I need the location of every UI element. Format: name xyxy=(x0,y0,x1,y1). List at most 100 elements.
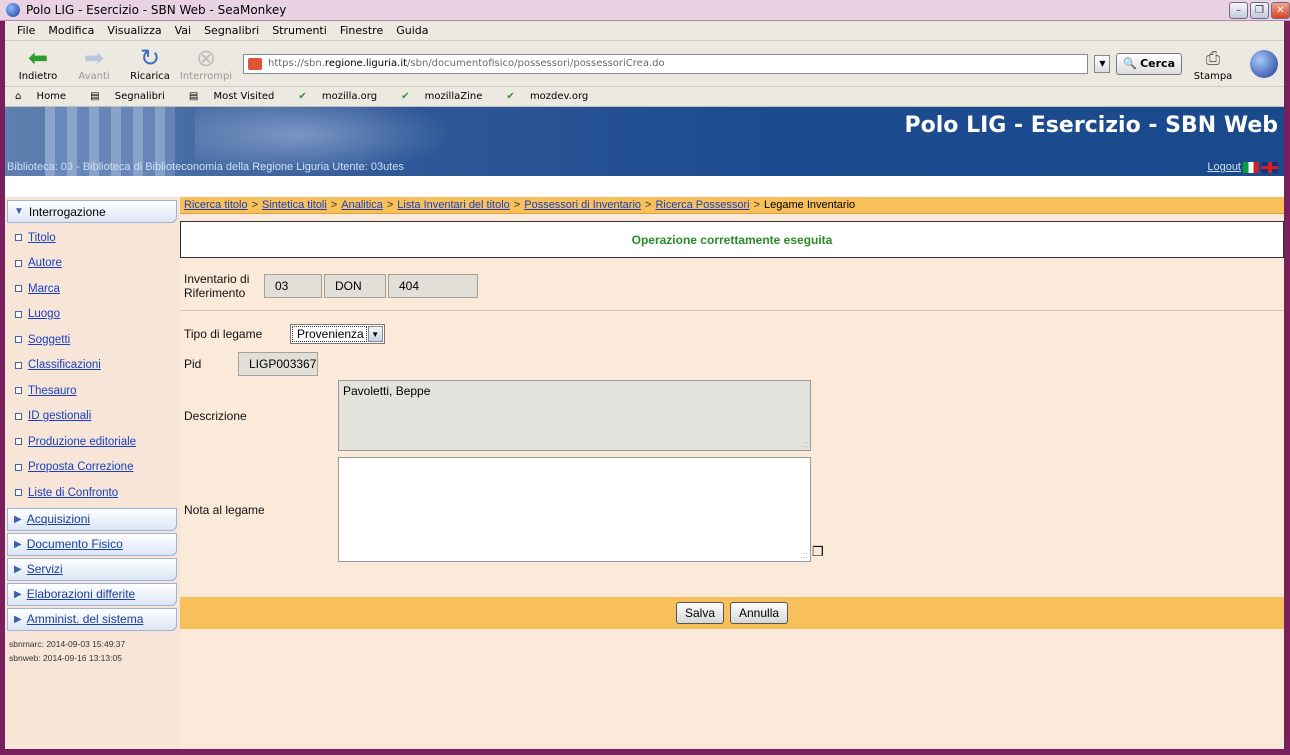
folder-icon: ▤ xyxy=(188,91,199,102)
window-title: Polo LIG - Esercizio - SBN Web - SeaMonk… xyxy=(26,3,287,17)
forward-label: Avanti xyxy=(78,71,110,82)
back-arrow-icon: ⬅ xyxy=(27,44,49,72)
crumb-possessori-inventario[interactable]: Possessori di Inventario xyxy=(524,199,641,211)
print-button[interactable]: ⎙ Stampa xyxy=(1190,45,1236,83)
title-bar: Polo LIG - Esercizio - SBN Web - SeaMonk… xyxy=(0,0,1290,21)
save-button[interactable]: Salva xyxy=(675,602,724,624)
navigation-toolbar: ⬅ Indietro ➡ Avanti ↻ Ricarica ⊗ Interro… xyxy=(5,41,1284,87)
menu-guida[interactable]: Guida xyxy=(396,24,428,37)
search-icon: 🔍 xyxy=(1123,57,1138,70)
bookmark-icon: ✔ xyxy=(298,91,307,102)
sidebar-item-proposta-correzione[interactable]: Proposta Correzione xyxy=(5,455,180,481)
descrizione-textarea[interactable]: Pavoletti, Beppe .:: xyxy=(338,380,811,451)
pid-row: Pid LIGP003367 xyxy=(184,352,318,376)
site-banner: Polo LIG - Esercizio - SBN Web Bibliotec… xyxy=(5,107,1284,176)
chevron-down-icon[interactable]: ▼ xyxy=(367,326,383,342)
button-bar: Salva Annulla xyxy=(180,597,1284,629)
bookmark-icon: ✔ xyxy=(401,91,410,102)
library-user-info: Biblioteca: 03 - Biblioteca di Bibliotec… xyxy=(7,161,404,173)
sbnweb-timestamp: sbnweb: 2014-09-16 13:13:05 xyxy=(9,652,122,663)
menu-vai[interactable]: Vai xyxy=(175,24,191,37)
logout-link[interactable]: Logout xyxy=(1207,161,1241,173)
bookmark-segnalibri[interactable]: ▤ Segnalibri xyxy=(90,91,177,102)
stop-button[interactable]: ⊗ Interrompi xyxy=(180,44,232,82)
sidebar-item-autore[interactable]: Autore xyxy=(5,251,180,277)
forward-button[interactable]: ➡ Avanti xyxy=(71,44,117,82)
seamonkey-throbber-icon xyxy=(1250,49,1278,78)
resize-grip-icon[interactable]: .:: xyxy=(800,550,808,560)
italian-flag-icon[interactable] xyxy=(1243,161,1259,173)
sidebar-section-documento-fisico[interactable]: ▶ Documento Fisico xyxy=(7,532,177,556)
sidebar-section-amminist-sistema[interactable]: ▶ Amminist. del sistema xyxy=(7,607,177,631)
url-path: /sbn/documentofisico/possessori/possesso… xyxy=(407,58,665,69)
forward-arrow-icon: ➡ xyxy=(83,44,105,72)
sidebar-item-luogo[interactable]: Luogo xyxy=(5,302,180,328)
sidebar-item-soggetti[interactable]: Soggetti xyxy=(5,327,180,353)
bullet-icon xyxy=(15,361,22,369)
menu-finestre[interactable]: Finestre xyxy=(340,24,383,37)
menu-modifica[interactable]: Modifica xyxy=(48,24,94,37)
sidebar-section-elaborazioni-differite[interactable]: ▶ Elaborazioni differite xyxy=(7,582,177,606)
uk-flag-icon[interactable] xyxy=(1262,161,1278,173)
menu-file[interactable]: File xyxy=(17,24,35,37)
sidebar-item-thesauro[interactable]: Thesauro xyxy=(5,378,180,404)
reload-icon: ↻ xyxy=(139,44,161,72)
sidebar-section-interrogazione[interactable]: ▼ Interrogazione xyxy=(7,200,177,223)
crumb-ricerca-possessori[interactable]: Ricerca Possessori xyxy=(655,199,749,211)
menu-segnalibri[interactable]: Segnalibri xyxy=(204,24,259,37)
url-dropdown-button[interactable]: ▼ xyxy=(1094,54,1111,73)
crumb-analitica[interactable]: Analitica xyxy=(341,199,383,211)
tipo-legame-select[interactable]: Provenienza ▼ xyxy=(290,324,385,344)
sidebar-item-classificazioni[interactable]: Classificazioni xyxy=(5,353,180,379)
collapsed-arrow-icon: ▶ xyxy=(14,613,22,625)
sidebar-item-marca[interactable]: Marca xyxy=(5,276,180,302)
crumb-sintetica-titoli[interactable]: Sintetica titoli xyxy=(262,199,327,211)
collapsed-arrow-icon: ▶ xyxy=(14,563,22,575)
inventario-label: Inventario di Riferimento xyxy=(184,272,250,300)
reload-button[interactable]: ↻ Ricarica xyxy=(127,44,173,82)
bullet-icon xyxy=(15,234,22,242)
bookmark-mozilla[interactable]: ✔ mozilla.org xyxy=(298,91,389,102)
sidebar-section-acquisizioni[interactable]: ▶ Acquisizioni xyxy=(7,507,177,531)
bookmark-most-visited[interactable]: ▤ Most Visited xyxy=(189,91,287,102)
maximize-button[interactable]: ❐ xyxy=(1250,1,1269,19)
bullet-icon xyxy=(15,412,22,420)
crumb-lista-inventari[interactable]: Lista Inventari del titolo xyxy=(397,199,510,211)
nota-legame-label: Nota al legame xyxy=(184,503,265,517)
back-button[interactable]: ⬅ Indietro xyxy=(15,44,61,82)
close-button[interactable]: ✕ xyxy=(1271,1,1290,19)
crumb-current: Legame Inventario xyxy=(764,199,856,211)
minimize-button[interactable]: – xyxy=(1229,1,1248,19)
bullet-icon xyxy=(15,387,22,395)
bookmark-mozdev[interactable]: ✔ mozdev.org xyxy=(506,91,600,102)
bookmark-mozillazine[interactable]: ✔ mozillaZine xyxy=(401,91,494,102)
reload-label: Ricarica xyxy=(130,71,170,82)
sidebar-item-id-gestionali[interactable]: ID gestionali xyxy=(5,404,180,430)
copy-icon[interactable]: ❐ xyxy=(812,544,824,560)
seamonkey-icon xyxy=(6,3,20,17)
inventario-numero-field: 404 xyxy=(388,274,478,298)
bookmark-home[interactable]: ⌂ Home xyxy=(15,91,78,102)
inventario-serie-field: DON xyxy=(324,274,386,298)
nota-legame-textarea[interactable]: .:: xyxy=(338,457,811,562)
sbnmarc-timestamp: sbnmarc: 2014-09-03 15:49:37 xyxy=(9,638,126,649)
cancel-button[interactable]: Annulla xyxy=(730,602,789,624)
printer-icon: ⎙ xyxy=(1205,47,1221,69)
inventario-biblioteca-field: 03 xyxy=(264,274,322,298)
resize-grip-icon[interactable]: .:: xyxy=(800,439,808,449)
breadcrumb: Ricerca titolo > Sintetica titoli > Analit… xyxy=(180,197,1284,214)
sidebar-item-liste-di-confronto[interactable]: Liste di Confronto xyxy=(5,480,180,506)
sidebar-item-titolo[interactable]: Titolo xyxy=(5,225,180,251)
url-prefix: https://sbn. xyxy=(268,58,325,69)
url-bar[interactable]: https://sbn. regione.liguria.it/sbn/docum… xyxy=(243,53,1089,74)
stop-icon: ⊗ xyxy=(195,44,217,72)
menu-strumenti[interactable]: Strumenti xyxy=(272,24,327,37)
sidebar-item-produzione-editoriale[interactable]: Produzione editoriale xyxy=(5,429,180,455)
sidebar-section-servizi[interactable]: ▶ Servizi xyxy=(7,557,177,581)
site-icon xyxy=(248,57,262,70)
menu-visualizza[interactable]: Visualizza xyxy=(107,24,161,37)
search-button[interactable]: 🔍 Cerca xyxy=(1116,52,1182,75)
inventario-row: Inventario di Riferimento 03 DON 404 xyxy=(184,272,478,300)
crumb-ricerca-titolo[interactable]: Ricerca titolo xyxy=(184,199,248,211)
home-icon: ⌂ xyxy=(15,91,22,102)
